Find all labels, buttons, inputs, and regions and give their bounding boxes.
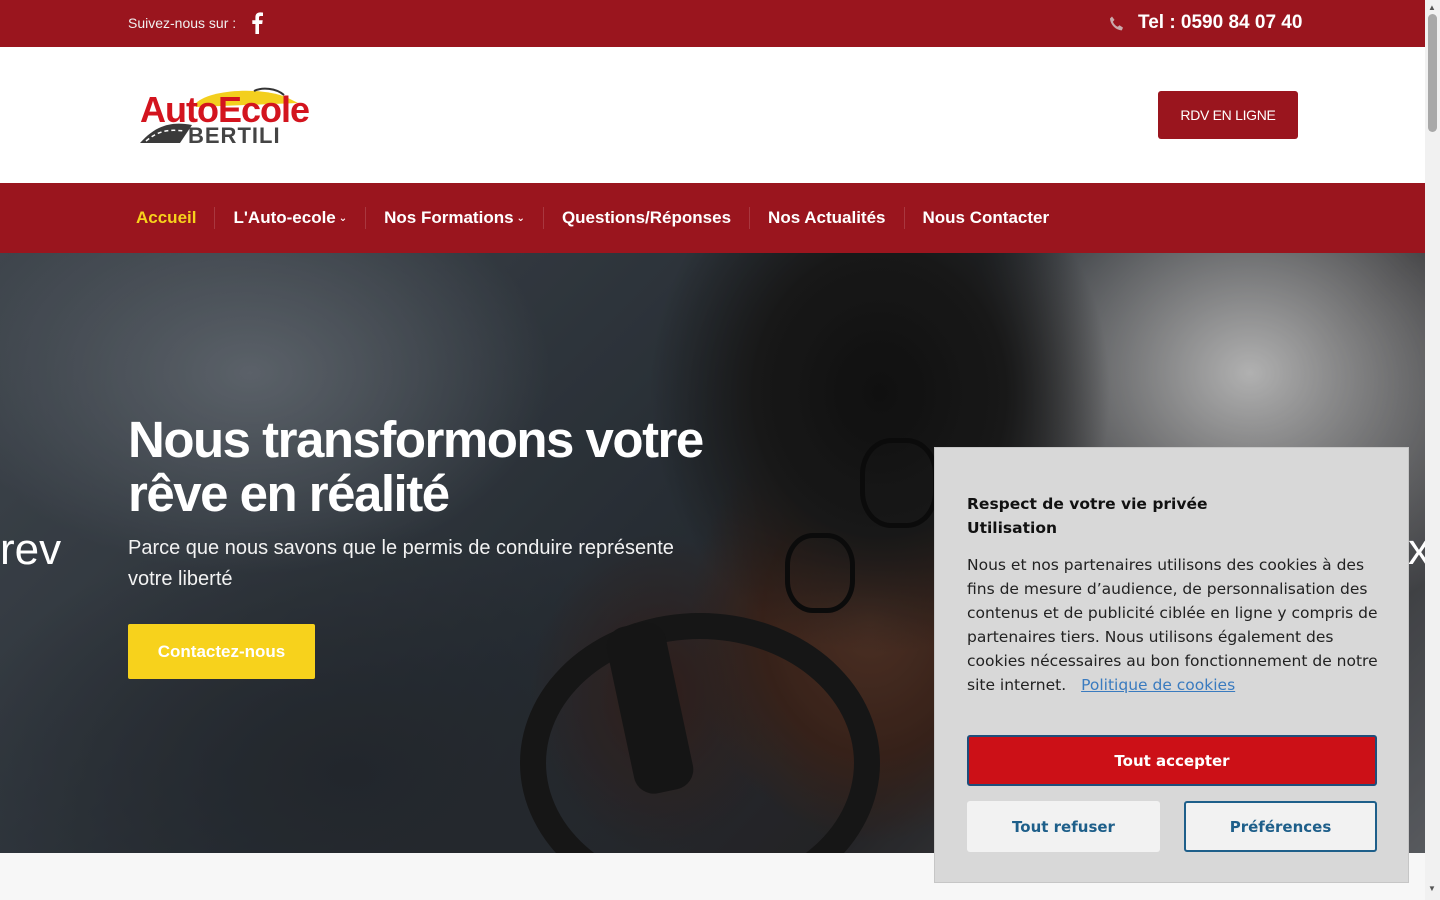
cookie-title-line1: Respect de votre vie privée (967, 495, 1208, 513)
preferences-button[interactable]: Préférences (1184, 801, 1377, 852)
logo-text-bertili: BERTILI (188, 123, 281, 148)
scrollbar-thumb[interactable] (1428, 14, 1437, 132)
scroll-down-icon[interactable]: ▼ (1428, 884, 1436, 893)
cookie-title: Respect de votre vie privée Utilisation (967, 492, 1367, 540)
refuse-all-button[interactable]: Tout refuser (967, 801, 1160, 852)
nav-item-label: Accueil (136, 208, 197, 227)
facebook-icon[interactable] (250, 12, 264, 34)
cookie-policy-link[interactable]: Politique de cookies (1081, 676, 1235, 694)
top-bar: Suivez-nous sur : Tel : 0590 84 07 40 (0, 0, 1425, 47)
chevron-down-icon: ⌄ (338, 212, 348, 224)
page-scrollbar[interactable]: ▲ ▼ (1425, 0, 1440, 900)
nav-item-label: Nous Contacter (922, 208, 1050, 227)
slider-prev-button[interactable]: rev (0, 525, 61, 575)
accept-all-button[interactable]: Tout accepter (967, 735, 1377, 786)
phone-number[interactable]: Tel : 0590 84 07 40 (1138, 12, 1302, 34)
cookie-consent-dialog: Respect de votre vie privée Utilisation … (934, 447, 1409, 883)
chevron-down-icon: ⌄ (516, 212, 525, 224)
hero-subtitle: Parce que nous savons que le permis de c… (128, 537, 674, 590)
nav-item-label: Nos Actualités (768, 208, 886, 227)
site-header: AutoEcole BERTILI RDV EN LIGNE (0, 47, 1425, 183)
cookie-body-text: Nous et nos partenaires utilisons des co… (967, 556, 1378, 694)
nav-item-label: Nos Formations (384, 208, 514, 227)
follow-us-label: Suivez-nous sur : (128, 15, 237, 31)
site-logo[interactable]: AutoEcole BERTILI (136, 85, 311, 151)
nav-item-accueil[interactable]: Accueil (118, 207, 216, 229)
nav-item-label: Questions/Réponses (561, 208, 732, 227)
nav-item-nous-contacter[interactable]: Nous Contacter (905, 207, 1068, 229)
contact-us-button[interactable]: Contactez-nous (128, 624, 315, 679)
cookie-title-line2: Utilisation (967, 519, 1058, 537)
nav-item-label: L'Auto-ecole (233, 208, 336, 227)
nav-item-nos-actualites[interactable]: Nos Actualités (750, 207, 905, 229)
nav-item-auto-ecole[interactable]: L'Auto-ecole ⌄ (215, 207, 367, 229)
cookie-body: Nous et nos partenaires utilisons des co… (967, 553, 1382, 697)
nav-item-questions-reponses[interactable]: Questions/Réponses (544, 207, 751, 229)
nav-list: Accueil L'Auto-ecole ⌄ Nos Formations ⌄ … (118, 183, 1067, 253)
hero-title: Nous transformons votre rêve en réalité (128, 411, 704, 522)
main-nav: Accueil L'Auto-ecole ⌄ Nos Formations ⌄ … (0, 183, 1425, 253)
scroll-up-icon[interactable]: ▲ (1428, 3, 1436, 12)
nav-item-nos-formations[interactable]: Nos Formations ⌄ (366, 207, 544, 229)
rdv-en-ligne-button[interactable]: RDV EN LIGNE (1158, 91, 1298, 139)
phone-icon (1108, 15, 1126, 33)
slider-next-button[interactable]: x (1408, 525, 1425, 575)
